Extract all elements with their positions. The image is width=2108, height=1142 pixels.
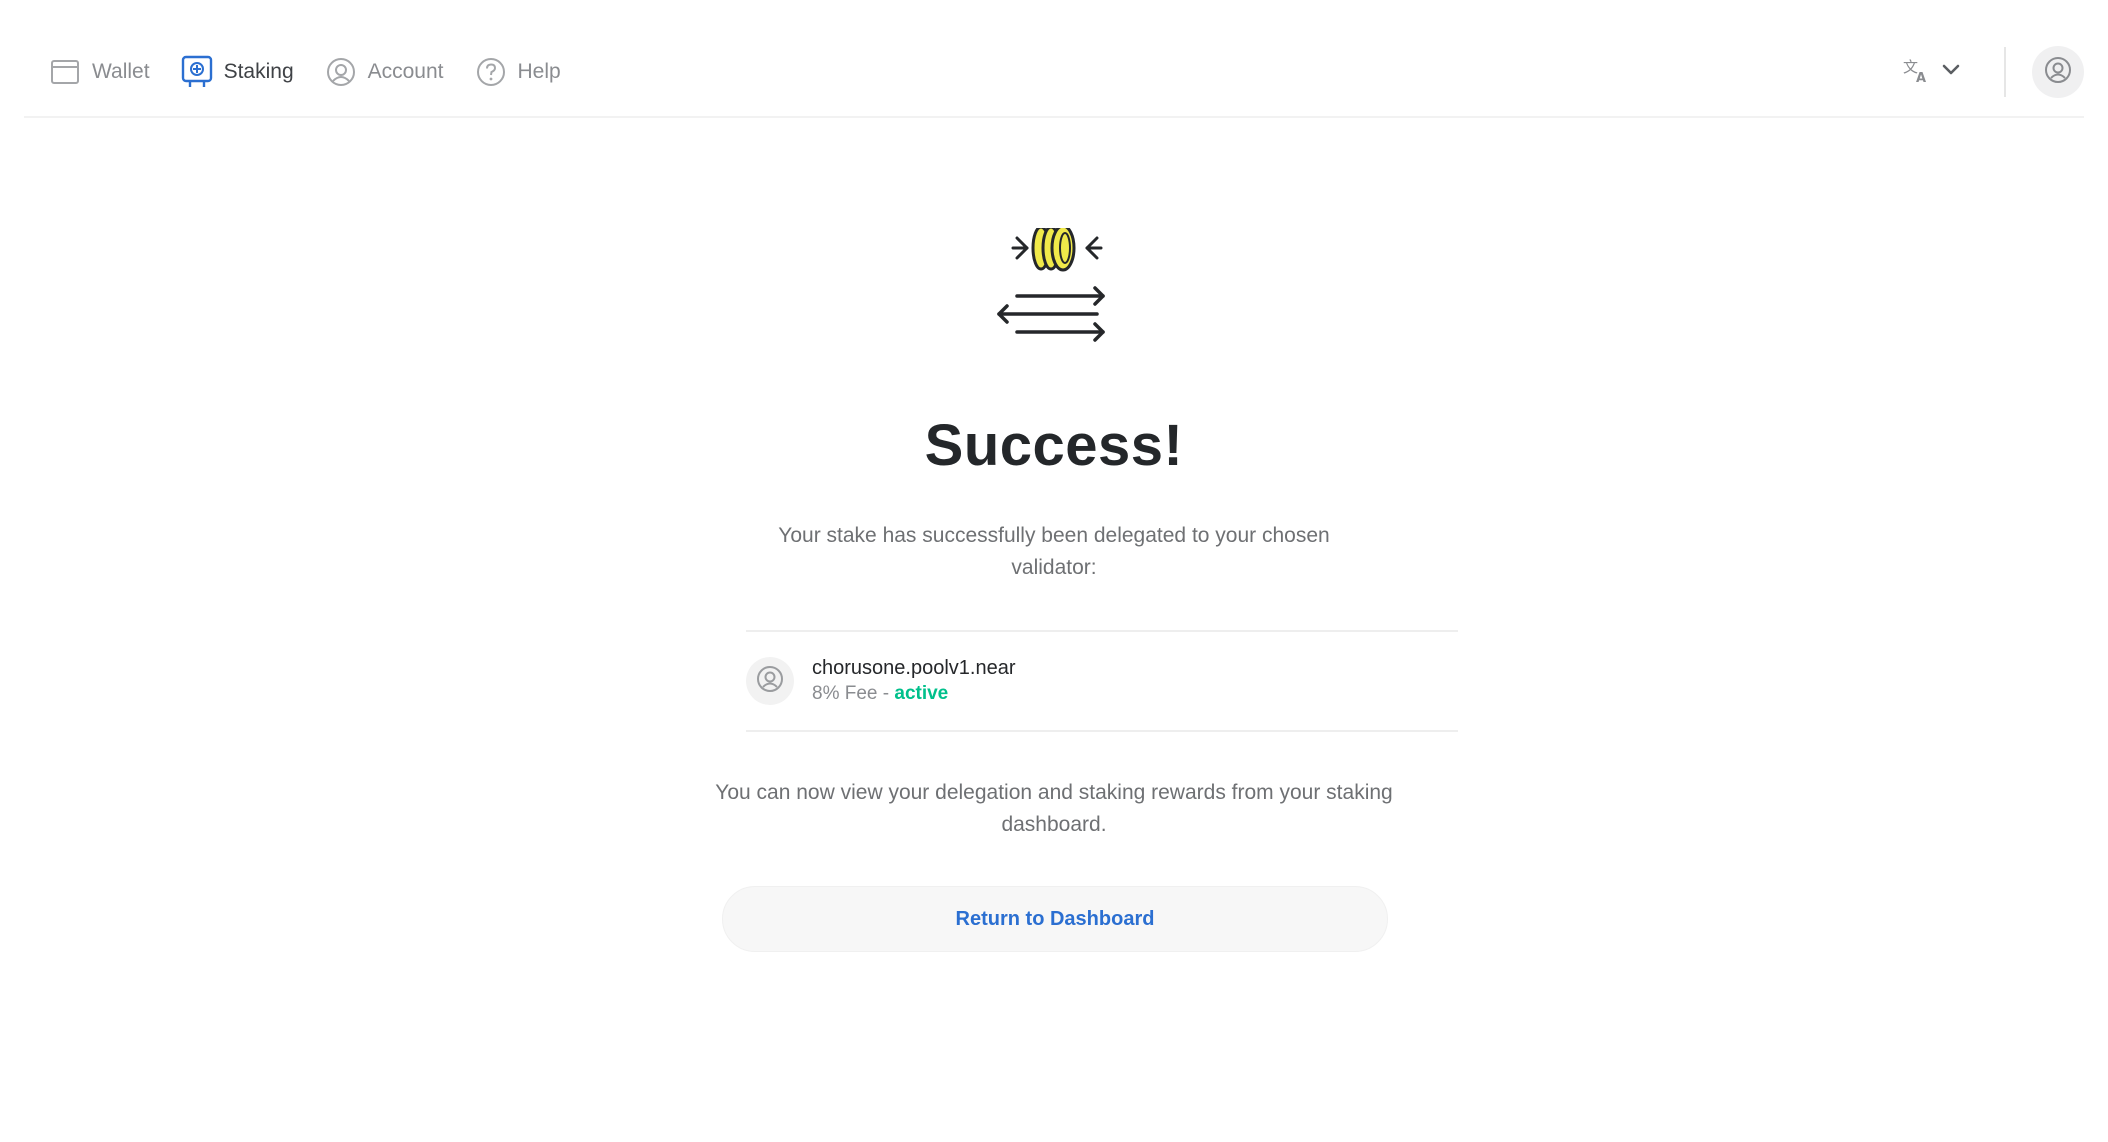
validator-avatar [746, 657, 794, 705]
user-avatar-button[interactable] [2032, 46, 2084, 98]
nav-item-account[interactable]: Account [324, 52, 444, 92]
language-selector[interactable]: 文 A [1902, 55, 1960, 90]
dashboard-info: You can now view your delegation and sta… [715, 781, 1393, 836]
translate-icon: 文 A [1902, 55, 1932, 90]
nav-item-wallet[interactable]: Wallet [48, 52, 150, 92]
top-nav: Wallet Staking Account Help 文 A [24, 0, 2084, 118]
staking-icon [180, 55, 214, 89]
validator-meta: 8% Fee - active [812, 681, 1015, 707]
validator-info: chorusone.poolv1.near 8% Fee - active [812, 655, 1015, 707]
validator-fee: 8% Fee - [812, 683, 895, 704]
svg-text:A: A [1916, 71, 1926, 85]
page: Wallet Staking Account Help 文 A Success!… [0, 0, 2108, 1142]
nav-item-staking[interactable]: Staking [180, 52, 294, 92]
user-avatar-icon [2042, 54, 2074, 91]
validator-name: chorusone.poolv1.near [812, 657, 1016, 679]
validator-row[interactable]: chorusone.poolv1.near 8% Fee - active [746, 630, 1458, 732]
chevron-down-icon [1942, 63, 1960, 81]
success-title: Success! [924, 413, 1184, 478]
nav-divider [2004, 47, 2006, 97]
nav-label-wallet: Wallet [92, 60, 150, 83]
nav-label-help: Help [517, 60, 561, 83]
nav-items: Wallet Staking Account Help [48, 52, 591, 92]
validator-icon [754, 663, 786, 700]
coins-transfer-illustration [993, 224, 1121, 352]
help-icon [474, 55, 508, 89]
nav-label-account: Account [367, 60, 444, 83]
nav-label-staking: Staking [223, 60, 294, 83]
success-description: Your stake has successfully been delegat… [778, 524, 1330, 579]
account-icon [324, 55, 358, 89]
nav-right: 文 A [1902, 44, 2084, 100]
wallet-icon [48, 55, 82, 89]
validator-status: active [894, 683, 949, 704]
return-to-dashboard-button[interactable]: Return to Dashboard [722, 886, 1388, 952]
nav-item-help[interactable]: Help [474, 52, 561, 92]
